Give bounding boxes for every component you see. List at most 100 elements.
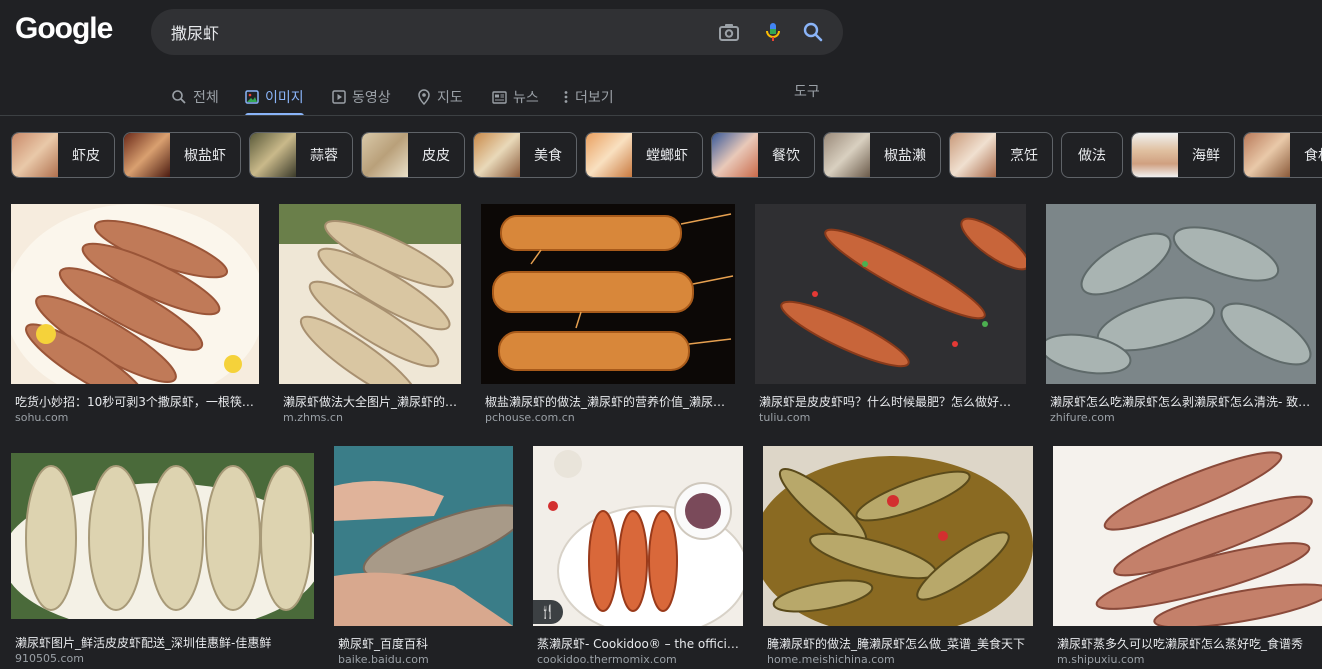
chip-label: 做法 bbox=[1078, 148, 1106, 164]
result-source: 910505.com bbox=[15, 652, 84, 665]
chip-label: 烹饪 bbox=[1010, 148, 1038, 164]
chip-label: 食材 bbox=[1304, 148, 1322, 164]
chip-9[interactable]: 做法 bbox=[1061, 132, 1123, 178]
result-image bbox=[334, 446, 513, 626]
chip-thumbnail bbox=[824, 133, 870, 177]
result-source: home.meishichina.com bbox=[767, 653, 895, 666]
chip-label: 虾皮 bbox=[72, 148, 100, 164]
image-result[interactable]: 濑尿虾是皮皮虾吗？什么时候最肥？怎么做好… tuliu.com bbox=[755, 204, 1026, 426]
result-source: m.zhms.cn bbox=[283, 411, 343, 424]
tab-all[interactable]: 전체 bbox=[171, 80, 219, 114]
result-image bbox=[279, 204, 461, 384]
chip-label: 蒜蓉 bbox=[310, 148, 338, 164]
tab-label: 전체 bbox=[193, 90, 219, 106]
chip-label: 椒盐濑 bbox=[884, 148, 926, 164]
chip-10[interactable]: 海鲜 bbox=[1131, 132, 1235, 178]
related-chips: 虾皮 椒盐虾 蒜蓉 皮皮 美食 螳螂虾 餐饮 椒盐濑 烹饪 做法 海鲜 食材 bbox=[11, 132, 1322, 180]
result-image bbox=[1053, 446, 1322, 626]
result-title: 腌濑尿虾的做法_腌濑尿虾怎么做_菜谱_美食天下 bbox=[767, 637, 1026, 651]
play-icon bbox=[332, 90, 346, 104]
tools-button[interactable]: 도구 bbox=[794, 80, 820, 114]
result-image bbox=[755, 204, 1026, 384]
chip-7[interactable]: 椒盐濑 bbox=[823, 132, 941, 178]
tab-maps[interactable]: 지도 bbox=[417, 80, 463, 114]
chip-thumbnail bbox=[1244, 133, 1290, 177]
image-result[interactable]: 濑尿虾怎么吃濑尿虾怎么剥濑尿虾怎么清洗- 致… zhifure.com bbox=[1046, 204, 1316, 426]
tab-more[interactable]: 더보기 bbox=[563, 80, 614, 114]
google-logo[interactable]: Google bbox=[15, 12, 113, 46]
search-box[interactable] bbox=[151, 9, 843, 55]
chip-11[interactable]: 食材 bbox=[1243, 132, 1322, 178]
chip-thumbnail bbox=[362, 133, 408, 177]
result-source: baike.baidu.com bbox=[338, 653, 429, 666]
chip-8[interactable]: 烹饪 bbox=[949, 132, 1053, 178]
more-vert-icon bbox=[564, 91, 568, 103]
chip-thumbnail bbox=[950, 133, 996, 177]
map-pin-icon bbox=[418, 89, 430, 105]
camera-icon[interactable] bbox=[717, 20, 741, 44]
microphone-icon[interactable] bbox=[761, 20, 785, 44]
result-image bbox=[763, 446, 1033, 626]
search-input[interactable] bbox=[171, 9, 691, 55]
tab-videos[interactable]: 동영상 bbox=[332, 80, 391, 114]
tab-images[interactable]: 이미지 bbox=[245, 80, 304, 116]
chip-thumbnail bbox=[712, 133, 758, 177]
result-title: 蒸濑尿虾- Cookidoo® – the official… bbox=[537, 637, 741, 651]
result-title: 濑尿虾蒸多久可以吃濑尿虾怎么蒸好吃_食谱秀 bbox=[1057, 637, 1304, 651]
result-title: 濑尿虾怎么吃濑尿虾怎么剥濑尿虾怎么清洗- 致… bbox=[1050, 395, 1311, 409]
result-title: 濑尿虾做法大全图片_濑尿虾的… bbox=[283, 395, 458, 409]
result-title: 濑尿虾是皮皮虾吗？什么时候最肥？怎么做好… bbox=[759, 395, 1012, 409]
result-image bbox=[1046, 204, 1316, 384]
chip-3[interactable]: 皮皮 bbox=[361, 132, 465, 178]
chip-1[interactable]: 椒盐虾 bbox=[123, 132, 241, 178]
result-source: sohu.com bbox=[15, 411, 69, 424]
chip-label: 海鲜 bbox=[1192, 148, 1220, 164]
search-tabs: 전체 이미지 동영상 지도 뉴스 더보기 도구 bbox=[0, 80, 1322, 116]
image-icon bbox=[245, 90, 259, 104]
chip-2[interactable]: 蒜蓉 bbox=[249, 132, 353, 178]
tab-label: 이미지 bbox=[265, 90, 304, 106]
chip-label: 餐饮 bbox=[772, 148, 800, 164]
image-result[interactable]: 🍴 蒸濑尿虾- Cookidoo® – the official… cookid… bbox=[533, 446, 743, 667]
result-image bbox=[481, 204, 735, 384]
search-icon[interactable] bbox=[801, 20, 825, 44]
tab-label: 더보기 bbox=[575, 90, 614, 106]
image-result[interactable]: 濑尿虾做法大全图片_濑尿虾的… m.zhms.cn bbox=[279, 204, 461, 426]
chip-4[interactable]: 美食 bbox=[473, 132, 577, 178]
chip-label: 美食 bbox=[534, 148, 562, 164]
image-result[interactable]: 吃货小妙招：10秒可剥3个撒尿虾，一根筷… sohu.com bbox=[11, 204, 259, 426]
tab-label: 뉴스 bbox=[513, 90, 539, 106]
image-result[interactable]: 腌濑尿虾的做法_腌濑尿虾怎么做_菜谱_美食天下 home.meishichina… bbox=[763, 446, 1033, 667]
result-source: tuliu.com bbox=[759, 411, 811, 424]
image-result[interactable]: 椒盐濑尿虾的做法_濑尿虾的营养价值_濑尿… pchouse.com.cn bbox=[481, 204, 735, 426]
image-result[interactable]: 濑尿虾蒸多久可以吃濑尿虾怎么蒸好吃_食谱秀 m.shipuxiu.com bbox=[1053, 446, 1322, 667]
result-source: m.shipuxiu.com bbox=[1057, 653, 1145, 666]
newspaper-icon bbox=[492, 90, 507, 104]
chip-5[interactable]: 螳螂虾 bbox=[585, 132, 703, 178]
result-title: 吃货小妙招：10秒可剥3个撒尿虾，一根筷… bbox=[15, 395, 254, 409]
result-image bbox=[533, 446, 743, 626]
chip-label: 椒盐虾 bbox=[184, 148, 226, 164]
chip-thumbnail bbox=[1132, 133, 1178, 177]
result-source: zhifure.com bbox=[1050, 411, 1115, 424]
chip-thumbnail bbox=[124, 133, 170, 177]
tab-label: 지도 bbox=[437, 90, 463, 106]
header-divider bbox=[0, 115, 1322, 116]
image-result[interactable]: 赖尿虾_百度百科 baike.baidu.com bbox=[334, 446, 513, 667]
tab-label: 동영상 bbox=[352, 90, 391, 106]
result-title: 濑尿虾图片_鲜活皮皮虾配送_深圳佳惠鲜-佳惠鲜 bbox=[15, 636, 272, 650]
fork-knife-icon: 🍴 bbox=[539, 604, 557, 620]
chip-thumbnail bbox=[474, 133, 520, 177]
result-image bbox=[11, 453, 314, 619]
chip-thumbnail bbox=[12, 133, 58, 177]
tab-news[interactable]: 뉴스 bbox=[492, 80, 539, 114]
result-title: 赖尿虾_百度百科 bbox=[338, 637, 429, 651]
chip-label: 皮皮 bbox=[422, 148, 450, 164]
chip-6[interactable]: 餐饮 bbox=[711, 132, 815, 178]
result-source: cookidoo.thermomix.com bbox=[537, 653, 677, 666]
image-result[interactable]: 濑尿虾图片_鲜活皮皮虾配送_深圳佳惠鲜-佳惠鲜 910505.com bbox=[11, 453, 314, 667]
chip-0[interactable]: 虾皮 bbox=[11, 132, 115, 178]
chip-thumbnail bbox=[250, 133, 296, 177]
recipe-badge: 🍴 bbox=[533, 600, 563, 624]
chip-thumbnail bbox=[586, 133, 632, 177]
